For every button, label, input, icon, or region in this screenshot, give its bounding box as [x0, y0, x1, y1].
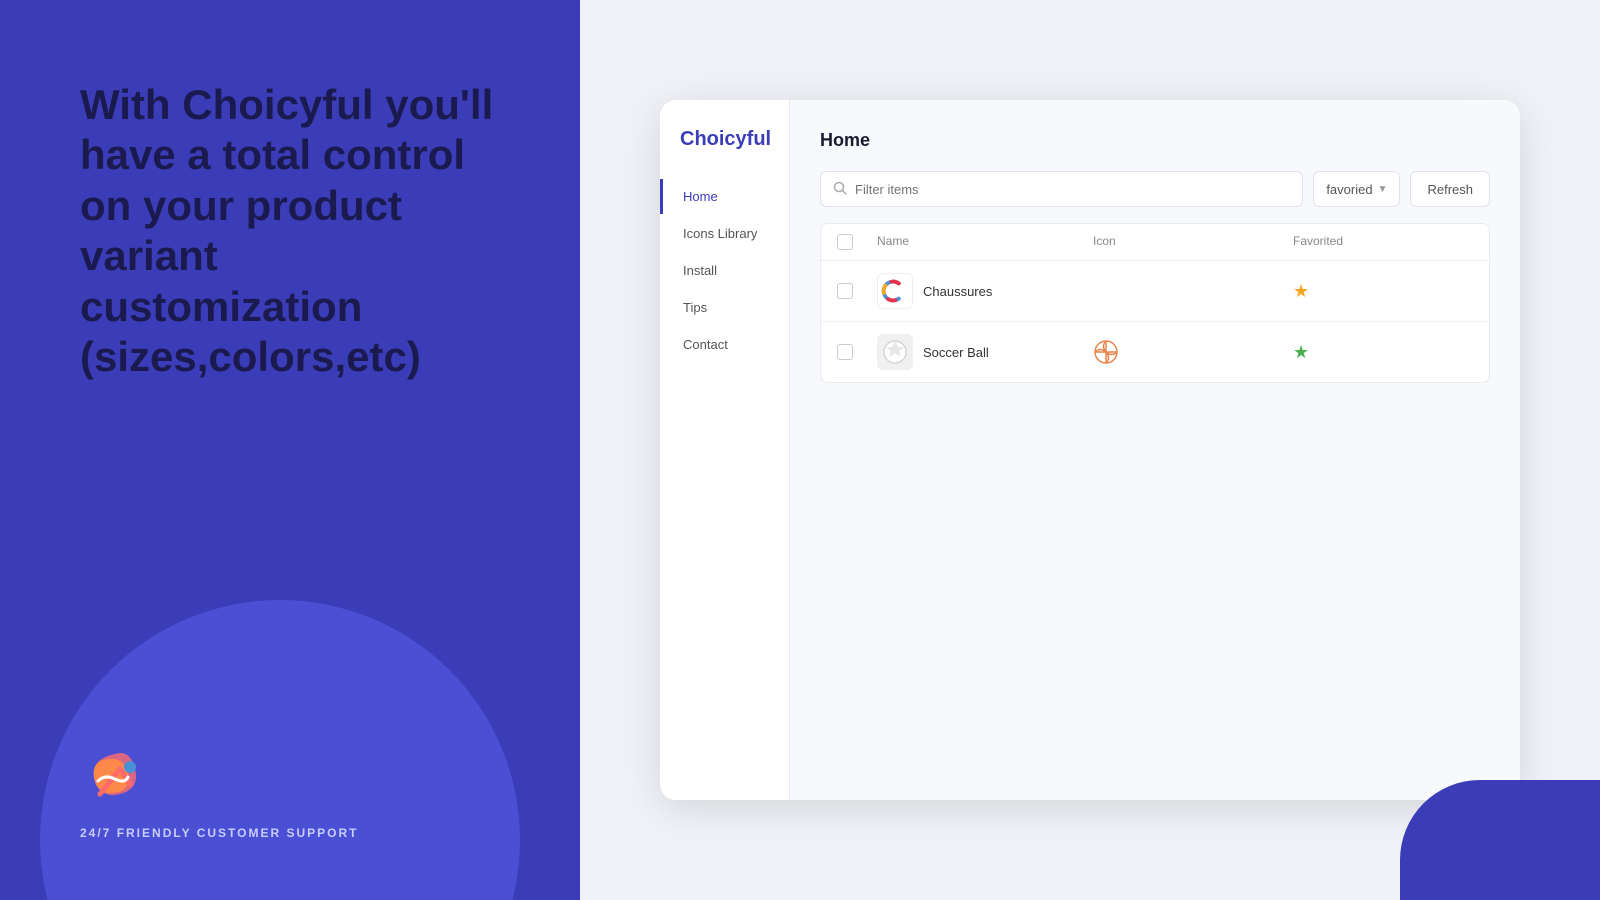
basketball-icon [1093, 339, 1119, 365]
header-checkbox-cell [837, 234, 877, 250]
main-content: Home favoried ▼ Refresh [790, 100, 1520, 800]
row-checkbox-cell [837, 344, 877, 360]
sidebar-nav: Home Icons Library Install Tips Contact [660, 179, 789, 362]
star-favorited-icon[interactable]: ★ [1293, 342, 1309, 363]
search-icon [833, 181, 847, 198]
row-checkbox-cell [837, 283, 877, 299]
icon-cell [1093, 339, 1293, 365]
row-checkbox[interactable] [837, 344, 853, 360]
decorative-bottom-shape [1400, 780, 1600, 900]
app-window: Choicyful Home Icons Library Install Tip… [660, 100, 1520, 800]
star-favorited-icon[interactable]: ★ [1293, 281, 1309, 302]
item-name: Chaussures [923, 284, 992, 299]
support-text: 24/7 FRIENDLY CUSTOMER SUPPORT [80, 826, 359, 840]
toolbar: favoried ▼ Refresh [820, 171, 1490, 207]
table-row: Soccer Ball ★ [821, 322, 1489, 382]
item-thumbnail [877, 334, 913, 370]
favorited-cell: ★ [1293, 281, 1473, 302]
table-header: Name Icon Favorited [821, 224, 1489, 261]
right-panel: Choicyful Home Icons Library Install Tip… [580, 0, 1600, 900]
left-panel: With Choicyful you'll have a total contr… [0, 0, 580, 900]
item-name-cell: Chaussures [877, 273, 1093, 309]
table-row: Chaussures ★ [821, 261, 1489, 322]
items-table: Name Icon Favorited [820, 223, 1490, 383]
refresh-button[interactable]: Refresh [1410, 171, 1490, 207]
filter-button[interactable]: favoried ▼ [1313, 171, 1400, 207]
header-favorited: Favorited [1293, 234, 1473, 250]
item-name-cell: Soccer Ball [877, 334, 1093, 370]
sidebar-item-contact[interactable]: Contact [660, 327, 789, 362]
bottom-section: 24/7 FRIENDLY CUSTOMER SUPPORT [80, 739, 359, 840]
row-checkbox[interactable] [837, 283, 853, 299]
page-title: Home [820, 130, 1490, 151]
favorited-cell: ★ [1293, 342, 1473, 363]
sidebar: Choicyful Home Icons Library Install Tip… [660, 100, 790, 800]
header-name: Name [877, 234, 1093, 250]
sidebar-item-icons-library[interactable]: Icons Library [660, 216, 789, 251]
select-all-checkbox[interactable] [837, 234, 853, 250]
item-thumbnail [877, 273, 913, 309]
chevron-down-icon: ▼ [1378, 184, 1388, 195]
brand-logo-icon [80, 739, 150, 809]
search-input[interactable] [855, 182, 1290, 197]
header-icon: Icon [1093, 234, 1293, 250]
item-name: Soccer Ball [923, 345, 989, 360]
sidebar-item-tips[interactable]: Tips [660, 290, 789, 325]
filter-label: favoried [1326, 182, 1372, 197]
sidebar-logo: Choicyful [660, 128, 789, 179]
headline: With Choicyful you'll have a total contr… [0, 0, 580, 382]
sidebar-item-home[interactable]: Home [660, 179, 789, 214]
sidebar-item-install[interactable]: Install [660, 253, 789, 288]
search-box [820, 171, 1303, 207]
